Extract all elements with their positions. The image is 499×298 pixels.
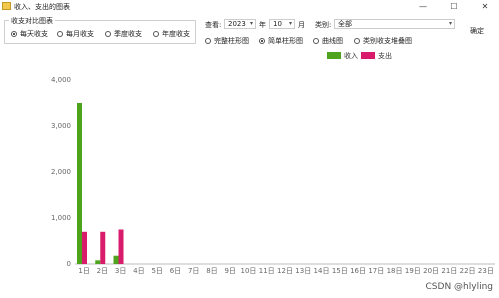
- x-tick-label: 17日: [368, 267, 384, 275]
- x-tick-label: 12日: [277, 267, 293, 275]
- expense-bar: [118, 229, 124, 264]
- x-tick-label: 10日: [241, 267, 257, 275]
- radio-dot: [354, 38, 360, 44]
- radio-yearly[interactable]: 年度收支: [153, 29, 190, 39]
- expense-bar: [100, 231, 106, 264]
- chevron-down-icon: ▾: [448, 20, 452, 27]
- x-tick-label: 1日: [78, 267, 89, 275]
- app-folder-icon: [2, 2, 11, 10]
- view-label: 查看:: [205, 21, 222, 29]
- chart-svg: 0 1,000 2,000 3,000 4,000 1日 2日 3日 4日 5日 6日 7日 8日 9日 1…: [51, 51, 495, 275]
- radio-dot: [105, 31, 111, 37]
- confirm-button[interactable]: 确定: [463, 22, 491, 40]
- chart-area: 0 1,000 2,000 3,000 4,000 1日 2日 3日 4日 5日 6日 7日 8日 9日 1…: [0, 46, 499, 298]
- radio-dot: [153, 31, 159, 37]
- x-tick-label: 4日: [133, 267, 144, 275]
- x-tick-label: 21日: [441, 267, 457, 275]
- radio-label: 每月收支: [66, 30, 94, 38]
- x-tick-label: 6日: [170, 267, 181, 275]
- year-select[interactable]: 2023 ▾: [224, 19, 256, 29]
- month-unit: 月: [298, 21, 305, 29]
- legend-label: 支出: [378, 51, 392, 60]
- legend-label: 收入: [344, 51, 358, 60]
- chart-type-simple-bar[interactable]: 简单柱形图: [259, 36, 303, 46]
- month-select[interactable]: 10 ▾: [269, 19, 295, 29]
- x-tick-label: 5日: [151, 267, 162, 275]
- chart-type-full-bar[interactable]: 完整柱形图: [205, 36, 249, 46]
- x-tick-label: 23日: [478, 267, 494, 275]
- income-bar: [113, 255, 119, 264]
- chart-type-curve[interactable]: 曲线图: [313, 36, 343, 46]
- x-tick-label: 18日: [387, 267, 403, 275]
- radio-dot: [11, 31, 17, 37]
- x-tick-label: 8日: [206, 267, 217, 275]
- x-tick-label: 2日: [97, 267, 108, 275]
- chevron-down-icon: ▾: [249, 20, 253, 27]
- window-title: 收入、支出的图表: [14, 3, 70, 11]
- x-tick-label: 11日: [259, 267, 275, 275]
- watermark: CSDN @hlyling: [425, 282, 493, 292]
- range-group: 收支对比图表 每天收支 每月收支 季度收支 年度收支: [4, 16, 196, 44]
- radio-daily[interactable]: 每天收支: [11, 29, 48, 39]
- y-tick-label: 2,000: [51, 168, 71, 176]
- radio-dot: [205, 38, 211, 44]
- y-tick-label: 0: [67, 260, 71, 268]
- y-tick-label: 4,000: [51, 76, 71, 84]
- month-value: 10: [273, 20, 282, 28]
- x-tick-label: 22日: [460, 267, 476, 275]
- radio-label: 完整柱形图: [214, 37, 249, 45]
- income-bar: [95, 260, 101, 264]
- x-tick-label: 16日: [350, 267, 366, 275]
- y-tick-label: 3,000: [51, 122, 71, 130]
- legend-swatch: [361, 52, 375, 59]
- radio-label: 简单柱形图: [268, 37, 303, 45]
- year-unit: 年: [259, 21, 266, 29]
- y-tick-label: 1,000: [51, 214, 71, 222]
- category-select[interactable]: 全部 ▾: [334, 19, 455, 29]
- income-bar: [77, 103, 82, 264]
- x-tick-label: 15日: [332, 267, 348, 275]
- title-bar: 收入、支出的图表 — ☐ ✕: [0, 0, 499, 13]
- expense-bar: [82, 231, 87, 264]
- close-button[interactable]: ✕: [474, 0, 496, 13]
- x-tick-label: 3日: [115, 267, 126, 275]
- x-tick-label: 7日: [188, 267, 199, 275]
- radio-dot: [57, 31, 63, 37]
- radio-label: 类别收支堆叠图: [363, 37, 412, 45]
- category-value: 全部: [338, 20, 352, 28]
- x-tick-label: 13日: [295, 267, 311, 275]
- x-tick-label: 9日: [224, 267, 235, 275]
- radio-label: 年度收支: [162, 30, 190, 38]
- radio-label: 季度收支: [114, 30, 142, 38]
- chart-type-stacked[interactable]: 类别收支堆叠图: [354, 36, 412, 46]
- legend-swatch: [327, 52, 341, 59]
- radio-dot: [313, 38, 319, 44]
- x-tick-label: 14日: [314, 267, 330, 275]
- x-tick-label: 20日: [423, 267, 439, 275]
- category-label: 类别:: [315, 21, 332, 29]
- x-tick-label: 19日: [405, 267, 421, 275]
- radio-dot: [259, 38, 265, 44]
- range-group-legend: 收支对比图表: [9, 16, 55, 26]
- chevron-down-icon: ▾: [288, 20, 292, 27]
- radio-quarterly[interactable]: 季度收支: [105, 29, 142, 39]
- radio-label: 曲线图: [322, 37, 343, 45]
- radio-monthly[interactable]: 每月收支: [57, 29, 94, 39]
- maximize-button[interactable]: ☐: [443, 0, 465, 13]
- year-value: 2023: [228, 20, 246, 28]
- radio-label: 每天收支: [20, 30, 48, 38]
- minimize-button[interactable]: —: [412, 0, 434, 13]
